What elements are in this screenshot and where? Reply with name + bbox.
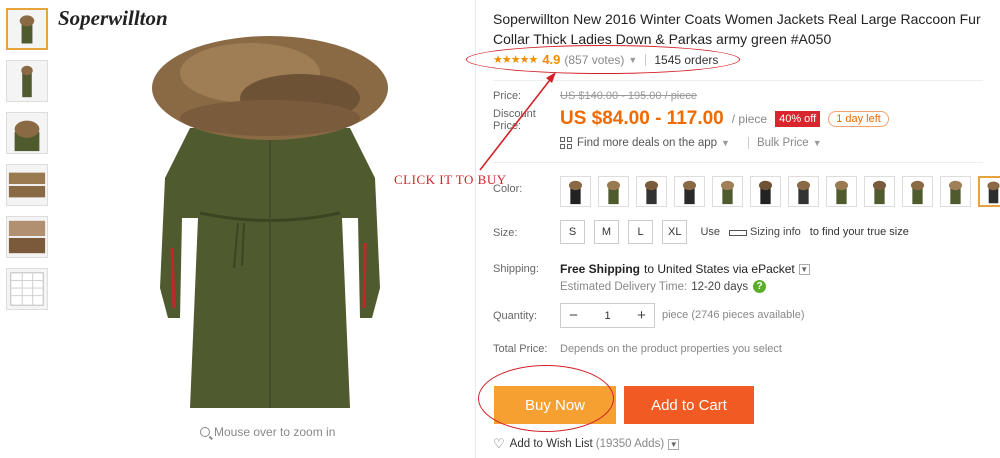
- column-divider: [475, 0, 476, 458]
- quantity-label: Quantity:: [493, 310, 538, 322]
- size-help-suffix: to find your true size: [809, 226, 909, 238]
- product-title: Soperwillton New 2016 Winter Coats Women…: [493, 11, 981, 47]
- decrement-button[interactable]: −: [561, 307, 586, 324]
- color-swatch-1[interactable]: [560, 176, 591, 207]
- price-label: Price:: [493, 90, 522, 102]
- color-swatch-8[interactable]: [826, 176, 857, 207]
- color-swatch-4[interactable]: [674, 176, 705, 207]
- color-swatch-6[interactable]: [750, 176, 781, 207]
- sizing-info-link[interactable]: Sizing info: [729, 226, 801, 238]
- color-swatch-5[interactable]: [712, 176, 743, 207]
- color-swatch-9[interactable]: [864, 176, 895, 207]
- thumbnail-5[interactable]: [6, 216, 48, 258]
- total-price-note: Depends on the product properties you se…: [560, 343, 782, 355]
- chevron-down-icon[interactable]: ▼: [721, 138, 730, 148]
- size-help-use: Use: [700, 226, 721, 238]
- zoom-hint-text: Mouse over to zoom in: [214, 425, 336, 439]
- magnifier-icon: [200, 427, 210, 437]
- delivery-days: 12-20 days: [691, 280, 749, 293]
- delivery-estimate-label: Estimated Delivery Time:: [560, 280, 688, 293]
- quantity-input[interactable]: 1: [586, 310, 629, 322]
- thumbnail-1[interactable]: [6, 8, 48, 50]
- size-option-m[interactable]: M: [594, 220, 619, 244]
- help-icon[interactable]: ?: [753, 280, 767, 293]
- wishlist-count: (19350 Adds): [595, 438, 665, 450]
- quantity-stepper: − 1 +: [560, 303, 655, 328]
- thumbnail-list: [6, 8, 48, 320]
- divider: [493, 80, 983, 81]
- heart-icon[interactable]: ♡: [493, 436, 505, 452]
- bulk-price-link[interactable]: Bulk Price: [757, 137, 809, 149]
- delivery-estimate: Estimated Delivery Time: 12-20 days ?: [560, 280, 767, 293]
- shipping-destination: to United States via ePacket: [644, 262, 795, 276]
- thumbnail-4[interactable]: [6, 164, 48, 206]
- color-swatch-12[interactable]: [978, 176, 1000, 207]
- size-option-s[interactable]: S: [560, 220, 585, 244]
- divider: [493, 162, 983, 163]
- color-swatch-list: [560, 176, 1000, 207]
- chevron-down-icon[interactable]: ▼: [668, 438, 680, 450]
- thumbnail-3[interactable]: [6, 112, 48, 154]
- color-swatch-3[interactable]: [636, 176, 667, 207]
- price-unit: / piece: [731, 112, 768, 126]
- zoom-hint: Mouse over to zoom in: [200, 425, 335, 439]
- wishlist-label[interactable]: Add to Wish List: [510, 438, 593, 450]
- color-swatch-10[interactable]: [902, 176, 933, 207]
- discount-price-label: Discount Price:: [493, 108, 536, 132]
- chevron-down-icon[interactable]: ▼: [813, 138, 822, 148]
- chevron-down-icon[interactable]: ▼: [798, 263, 810, 275]
- app-deals-row: Find more deals on the app ▼ Bulk Price …: [560, 137, 830, 149]
- separator: [747, 137, 749, 149]
- shipping-label: Shipping:: [493, 263, 539, 275]
- color-swatch-7[interactable]: [788, 176, 819, 207]
- increment-button[interactable]: +: [629, 307, 654, 324]
- shipping-method[interactable]: Free Shipping to United States via ePack…: [560, 262, 810, 276]
- add-to-cart-button[interactable]: Add to Cart: [624, 386, 754, 424]
- wishlist-row[interactable]: ♡ Add to Wish List (19350 Adds) ▼: [493, 436, 680, 452]
- sizing-info-text[interactable]: Sizing info: [750, 226, 801, 238]
- size-option-xl[interactable]: XL: [662, 220, 688, 244]
- annotation-ellipse-rating: [466, 45, 740, 74]
- color-label: Color:: [493, 183, 523, 195]
- discount-badge: 40% off: [775, 111, 821, 127]
- size-option-l[interactable]: L: [628, 220, 653, 244]
- product-image[interactable]: [120, 18, 420, 418]
- total-price-label: Total Price:: [493, 343, 548, 355]
- app-deals-link[interactable]: Find more deals on the app: [577, 137, 717, 149]
- original-price: US $140.00 - 195.00 / piece: [560, 90, 697, 102]
- price-row: US $84.00 - 117.00 / piece 40% off 1 day…: [560, 108, 889, 130]
- color-swatch-2[interactable]: [598, 176, 629, 207]
- free-shipping-text: Free Shipping: [560, 262, 641, 276]
- quantity-available: piece (2746 pieces available): [662, 309, 805, 321]
- color-swatch-11[interactable]: [940, 176, 971, 207]
- ruler-icon: [729, 230, 748, 236]
- size-options: S M L XL Use Sizing info to find your tr…: [560, 220, 909, 244]
- thumbnail-2[interactable]: [6, 60, 48, 102]
- time-left-badge: 1 day left: [828, 111, 889, 127]
- qr-grid-icon: [560, 137, 572, 149]
- annotation-ellipse-buy: [478, 365, 614, 432]
- thumbnail-6[interactable]: [6, 268, 48, 310]
- size-label: Size:: [493, 227, 518, 239]
- discount-price: US $84.00 - 117.00: [560, 108, 724, 129]
- annotation-click-to-buy: CLICK IT TO BUY: [394, 172, 507, 187]
